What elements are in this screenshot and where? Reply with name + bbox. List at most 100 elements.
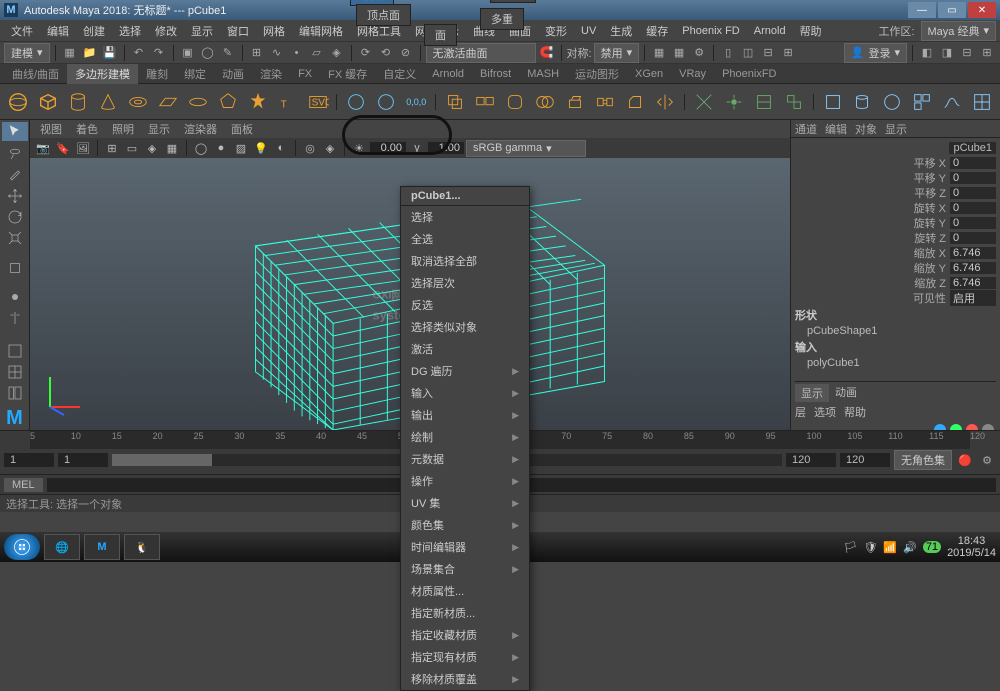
- poly-svg-icon[interactable]: SVG: [304, 87, 332, 117]
- tray-shield-icon[interactable]: 🛡: [863, 541, 877, 554]
- move-tool[interactable]: [2, 186, 28, 205]
- menu-help[interactable]: 帮助: [793, 23, 829, 39]
- smooth-icon[interactable]: [501, 87, 529, 117]
- history2-icon[interactable]: ⟲: [377, 44, 395, 62]
- vp-menu-panel[interactable]: 面板: [225, 120, 259, 138]
- ui-toggle1-icon[interactable]: ◧: [918, 44, 936, 62]
- vp-xray-icon[interactable]: ◈: [321, 140, 339, 156]
- range-end[interactable]: 120: [840, 453, 890, 467]
- menu-display[interactable]: 显示: [184, 23, 220, 39]
- menu-window[interactable]: 窗口: [220, 23, 256, 39]
- attr-value[interactable]: 启用: [950, 290, 996, 306]
- cb-tab-channel[interactable]: 通道: [795, 121, 817, 137]
- vp-gate-mask-icon[interactable]: ▦: [163, 140, 181, 156]
- menu-cache[interactable]: 缓存: [639, 23, 675, 39]
- attr-value[interactable]: 0: [950, 187, 996, 199]
- vp-exposure-field[interactable]: 0.00: [370, 142, 406, 154]
- render-icon[interactable]: ▦: [650, 44, 668, 62]
- playback-end[interactable]: 120: [786, 453, 836, 467]
- menu-editmesh[interactable]: 编辑网格: [292, 23, 350, 39]
- input-node[interactable]: polyCube1: [795, 357, 996, 369]
- playback-options-icon[interactable]: ⚙: [978, 451, 996, 469]
- booleans-icon[interactable]: [531, 87, 559, 117]
- ctx-item[interactable]: 元数据▶: [401, 448, 529, 470]
- poly-platonic-icon[interactable]: [214, 87, 242, 117]
- uv-auto-icon[interactable]: [908, 87, 936, 117]
- attr-value[interactable]: 6.746: [950, 247, 996, 259]
- render-settings-icon[interactable]: ⚙: [690, 44, 708, 62]
- vp-bookmark-icon[interactable]: 🔖: [54, 140, 72, 156]
- attr-value[interactable]: 6.746: [950, 262, 996, 274]
- shelf-tab-fx[interactable]: FX: [290, 66, 320, 82]
- menu-edit[interactable]: 编辑: [40, 23, 76, 39]
- vp-isolate-icon[interactable]: ◎: [301, 140, 319, 156]
- ctx-item[interactable]: 选择层次: [401, 272, 529, 294]
- attr-value[interactable]: 6.746: [950, 277, 996, 289]
- vp-gamma-field[interactable]: 1.00: [428, 142, 464, 154]
- view-outliner-icon[interactable]: [2, 384, 28, 403]
- poly-torus-icon[interactable]: [124, 87, 152, 117]
- vp-res-gate-icon[interactable]: ◈: [143, 140, 161, 156]
- attr-value[interactable]: 0: [950, 202, 996, 214]
- open-icon[interactable]: 📁: [81, 44, 99, 62]
- tray-clock[interactable]: 18:432019/5/14: [947, 535, 996, 559]
- vp-grid-icon[interactable]: ⊞: [103, 140, 121, 156]
- bridge-icon[interactable]: [591, 87, 619, 117]
- vp-film-gate-icon[interactable]: ▭: [123, 140, 141, 156]
- paint-select-icon[interactable]: ✎: [219, 44, 237, 62]
- poly-plane-icon[interactable]: [154, 87, 182, 117]
- redo-icon[interactable]: ↷: [150, 44, 168, 62]
- shelf-tab-vray[interactable]: VRay: [671, 66, 714, 82]
- shelf-tab-custom[interactable]: 自定义: [375, 64, 424, 84]
- shelf-tab-curves[interactable]: 曲线/曲面: [4, 64, 67, 84]
- vp-colorspace-dropdown[interactable]: sRGB gamma▾: [466, 140, 586, 157]
- ctx-item[interactable]: DG 遍历▶: [401, 360, 529, 382]
- playback-start[interactable]: 1: [58, 453, 108, 467]
- ctx-item[interactable]: 指定新材质...: [401, 602, 529, 624]
- history-icon[interactable]: ⟳: [357, 44, 375, 62]
- uv-planar-icon[interactable]: [819, 87, 847, 117]
- ctx-item[interactable]: 反选: [401, 294, 529, 316]
- menu-modify[interactable]: 修改: [148, 23, 184, 39]
- vp-menu-renderer[interactable]: 渲染器: [178, 120, 223, 138]
- vp-menu-view[interactable]: 视图: [34, 120, 68, 138]
- mark-multi[interactable]: 多重: [480, 8, 524, 30]
- vp-menu-light[interactable]: 照明: [106, 120, 140, 138]
- menu-file[interactable]: 文件: [4, 23, 40, 39]
- cmd-lang-label[interactable]: MEL: [4, 478, 43, 492]
- layer-menu-help[interactable]: 帮助: [844, 404, 866, 420]
- snap-grid-icon[interactable]: ⊞: [248, 44, 266, 62]
- shelf-tab-phoenix[interactable]: PhoenixFD: [714, 66, 784, 82]
- vp-lights-icon[interactable]: 💡: [252, 140, 270, 156]
- paint-select-tool[interactable]: [2, 165, 28, 184]
- snap-point-icon[interactable]: •: [288, 44, 306, 62]
- attr-value[interactable]: 0: [950, 172, 996, 184]
- vp-exposure-icon[interactable]: ☀: [350, 140, 368, 156]
- panel-layout1-icon[interactable]: ▯: [719, 44, 737, 62]
- uv-editor-icon[interactable]: [968, 87, 996, 117]
- new-scene-icon[interactable]: ▦: [61, 44, 79, 62]
- shelf-tab-mash[interactable]: MASH: [519, 66, 567, 82]
- menu-phoenix[interactable]: Phoenix FD: [675, 25, 746, 37]
- shape-node[interactable]: pCubeShape1: [795, 325, 996, 337]
- panel-layout2-icon[interactable]: ◫: [739, 44, 757, 62]
- vp-image-plane-icon[interactable]: 🖼: [74, 140, 92, 156]
- task-browser-icon[interactable]: 🌐: [44, 534, 80, 560]
- poly-type-icon[interactable]: T: [274, 87, 302, 117]
- tray-volume-icon[interactable]: 🔊: [903, 541, 917, 554]
- ctx-item[interactable]: UV 集▶: [401, 492, 529, 514]
- ipr-icon[interactable]: ▦: [670, 44, 688, 62]
- attr-value[interactable]: 0: [950, 217, 996, 229]
- poly-cube-icon[interactable]: [34, 87, 62, 117]
- minimize-button[interactable]: —: [908, 2, 936, 18]
- shelf-tab-anim[interactable]: 动画: [214, 64, 252, 84]
- layer-tab-display[interactable]: 显示: [795, 384, 829, 402]
- vp-shadows-icon[interactable]: ◐: [272, 140, 290, 156]
- poly-cone-icon[interactable]: [94, 87, 122, 117]
- ctx-item[interactable]: 全选: [401, 228, 529, 250]
- panel-layout4-icon[interactable]: ⊞: [779, 44, 797, 62]
- maximize-button[interactable]: ▭: [938, 2, 966, 18]
- ctx-item[interactable]: 输入▶: [401, 382, 529, 404]
- shelf-tab-bifrost[interactable]: Bifrost: [472, 66, 519, 82]
- vp-gamma-icon[interactable]: γ: [408, 140, 426, 156]
